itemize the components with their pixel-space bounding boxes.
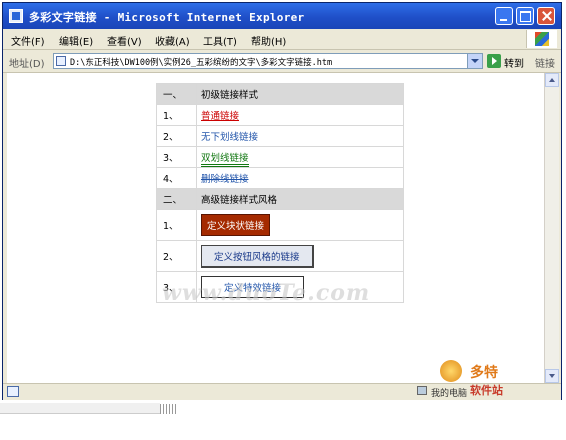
close-button[interactable] xyxy=(537,7,555,25)
menu-tools[interactable]: 工具(T) xyxy=(203,33,237,48)
go-arrow-icon xyxy=(487,54,501,68)
menu-file[interactable]: 文件(F) xyxy=(11,33,45,48)
grip-handle-icon[interactable] xyxy=(160,404,176,414)
go-label: 转到 xyxy=(504,59,524,70)
logo-subtext: 软件站 xyxy=(470,384,503,397)
menu-help[interactable]: 帮助(H) xyxy=(251,33,286,48)
row-number: 2、 xyxy=(156,240,197,272)
window-title: 多彩文字链接 - Microsoft Internet Explorer xyxy=(29,11,305,24)
minimize-button[interactable] xyxy=(495,7,513,25)
page-icon xyxy=(56,56,66,66)
table-row: 3、 双划线链接 xyxy=(156,146,404,168)
vertical-scrollbar[interactable] xyxy=(544,73,559,383)
chevron-down-icon[interactable] xyxy=(467,54,482,68)
ie-page-icon xyxy=(9,9,23,23)
section-number: 一、 xyxy=(156,83,197,105)
section-header-row: 二、 高级链接样式风格 xyxy=(156,188,404,210)
address-url: D:\东正科技\DW100例\实例26_五彩缤纷的文字\多彩文字链接.htm xyxy=(70,58,333,68)
address-bar: 地址(D) D:\东正科技\DW100例\实例26_五彩缤纷的文字\多彩文字链接… xyxy=(3,50,561,73)
section-title: 初级链接样式 xyxy=(196,83,404,105)
site-logo: 多特 软件站 xyxy=(440,360,560,400)
done-page-icon xyxy=(7,386,19,397)
logo-icon xyxy=(440,360,462,382)
page-content: 一、 初级链接样式 1、 普通链接 2、 无下划线链接 3、 双划线链接 4、 … xyxy=(7,73,544,383)
no-underline-link[interactable]: 无下划线链接 xyxy=(201,132,258,143)
links-button[interactable]: 链接 xyxy=(535,55,555,70)
strikethrough-link[interactable]: 删除线链接 xyxy=(201,174,249,185)
watermark-text: www.duoTe.com xyxy=(162,280,371,306)
row-number: 2、 xyxy=(156,125,197,147)
link-styles-table: 一、 初级链接样式 1、 普通链接 2、 无下划线链接 3、 双划线链接 4、 … xyxy=(156,83,404,303)
table-row: 1、 普通链接 xyxy=(156,104,404,126)
double-underline-link[interactable]: 双划线链接 xyxy=(201,153,249,167)
menu-view[interactable]: 查看(V) xyxy=(107,33,142,48)
section-number: 二、 xyxy=(156,188,197,210)
section-header-row: 一、 初级链接样式 xyxy=(156,83,404,105)
address-label: 地址(D) xyxy=(9,59,45,70)
row-number: 3、 xyxy=(156,146,197,168)
go-button[interactable]: 转到 xyxy=(487,53,531,70)
row-number: 1、 xyxy=(156,104,197,126)
table-row: 4、 删除线链接 xyxy=(156,167,404,189)
windows-logo-icon xyxy=(526,30,557,48)
computer-icon xyxy=(417,386,427,395)
title-bar: 多彩文字链接 - Microsoft Internet Explorer xyxy=(3,3,561,29)
table-row: 2、 无下划线链接 xyxy=(156,125,404,147)
menu-edit[interactable]: 编辑(E) xyxy=(59,33,93,48)
table-row: 1、 定义块状链接 xyxy=(156,209,404,241)
row-number: 1、 xyxy=(156,209,197,241)
section-title: 高级链接样式风格 xyxy=(196,188,404,210)
taskbar-strip xyxy=(0,403,160,414)
normal-link[interactable]: 普通链接 xyxy=(201,111,239,122)
address-input[interactable]: D:\东正科技\DW100例\实例26_五彩缤纷的文字\多彩文字链接.htm xyxy=(53,53,483,69)
browser-window: 多彩文字链接 - Microsoft Internet Explorer 文件(… xyxy=(2,2,562,400)
menu-bar: 文件(F) 编辑(E) 查看(V) 收藏(A) 工具(T) 帮助(H) xyxy=(3,29,561,50)
block-style-link[interactable]: 定义块状链接 xyxy=(201,214,271,236)
button-style-link[interactable]: 定义按钮风格的链接 xyxy=(201,244,314,268)
logo-text: 多特 xyxy=(470,365,498,381)
maximize-button[interactable] xyxy=(516,7,534,25)
menu-favorites[interactable]: 收藏(A) xyxy=(155,33,190,48)
row-number: 4、 xyxy=(156,167,197,189)
scroll-up-icon[interactable] xyxy=(545,73,559,87)
table-row: 2、 定义按钮风格的链接 xyxy=(156,240,404,272)
